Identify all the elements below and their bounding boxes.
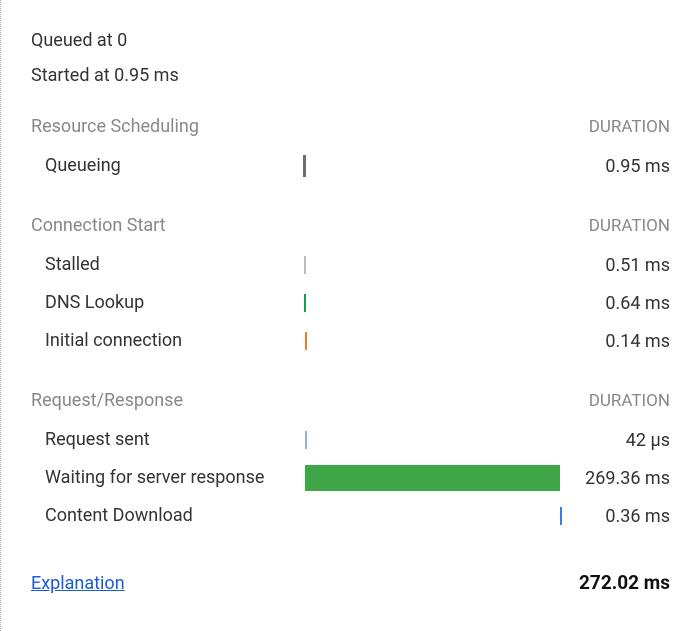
timing-bar <box>305 332 307 350</box>
timing-row-value: 269.36 ms <box>560 468 670 489</box>
queued-at-text: Queued at 0 <box>31 30 670 51</box>
started-at-text: Started at 0.95 ms <box>31 65 670 86</box>
timing-row-value: 0.36 ms <box>560 506 670 527</box>
timing-row-value: 42 µs <box>560 430 670 451</box>
timing-bar-track <box>271 153 560 179</box>
timing-row: Content Download 0.36 ms <box>31 497 670 535</box>
timing-bar-track <box>271 503 560 529</box>
timing-section: Resource Scheduling DURATION Queueing 0.95 … <box>31 116 670 185</box>
section-title: Resource Scheduling <box>31 116 281 137</box>
timing-bar <box>304 294 306 312</box>
section-title: Request/Response <box>31 390 281 411</box>
timing-section: Connection Start DURATION Stalled 0.51 ms DN… <box>31 215 670 360</box>
timing-bar-track <box>271 252 560 278</box>
timing-row: Queueing 0.95 ms <box>31 147 670 185</box>
timing-bar-track <box>271 328 560 354</box>
timing-row-value: 0.95 ms <box>560 156 670 177</box>
timing-row-label: Content Download <box>31 505 271 528</box>
timing-bar-track <box>271 290 560 316</box>
timing-bar <box>560 507 562 525</box>
timing-bar <box>305 431 307 449</box>
timing-bar-track <box>271 427 560 453</box>
timing-row-value: 0.14 ms <box>560 331 670 352</box>
timing-row-value: 0.64 ms <box>560 293 670 314</box>
timing-bar <box>305 465 560 491</box>
timing-row-label: Queueing <box>31 155 271 178</box>
timing-row-value: 0.51 ms <box>560 255 670 276</box>
timing-row: Waiting for server response 269.36 ms <box>31 459 670 497</box>
timing-row: Stalled 0.51 ms <box>31 246 670 284</box>
explanation-link[interactable]: Explanation <box>31 573 125 594</box>
total-duration: 272.02 ms <box>579 571 670 594</box>
duration-column-header: DURATION <box>589 216 670 236</box>
section-title: Connection Start <box>31 215 281 236</box>
timing-section: Request/Response DURATION Request sent 42 µ… <box>31 390 670 535</box>
timing-row-label: DNS Lookup <box>31 292 271 315</box>
timing-row-label: Request sent <box>31 429 271 452</box>
timing-row-label: Initial connection <box>31 330 271 353</box>
timing-row: DNS Lookup 0.64 ms <box>31 284 670 322</box>
duration-column-header: DURATION <box>589 117 670 137</box>
timing-row-label: Waiting for server response <box>31 467 271 490</box>
timing-bar <box>303 155 306 177</box>
timing-row: Request sent 42 µs <box>31 421 670 459</box>
timing-bar-track <box>271 465 560 491</box>
timing-row-label: Stalled <box>31 254 271 277</box>
timing-row: Initial connection 0.14 ms <box>31 322 670 360</box>
duration-column-header: DURATION <box>589 391 670 411</box>
timing-bar <box>304 256 306 274</box>
